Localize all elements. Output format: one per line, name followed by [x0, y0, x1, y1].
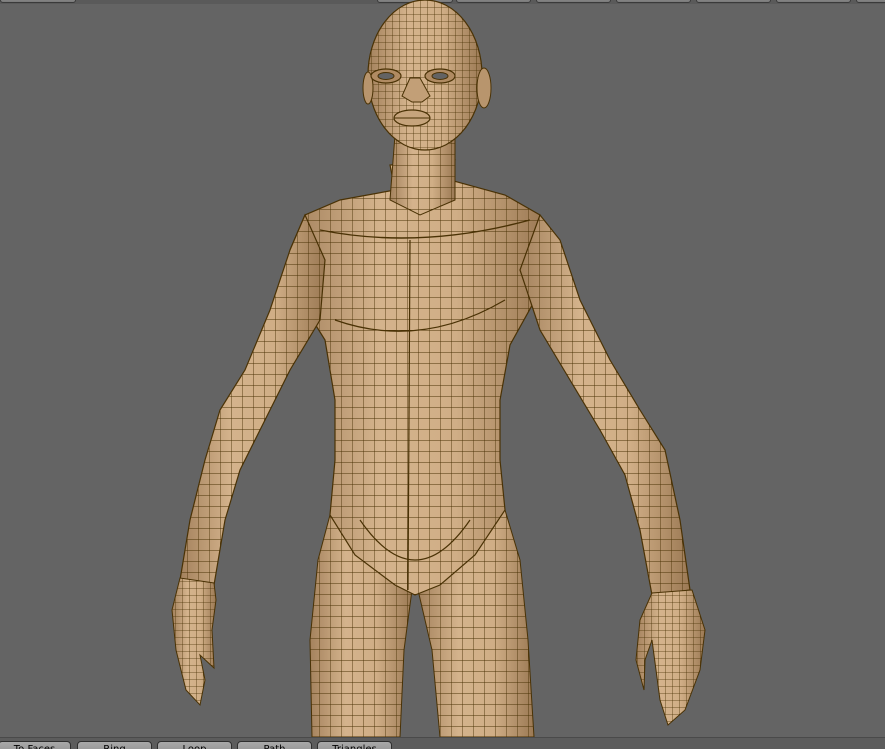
to-faces-button[interactable]: To Faces [0, 741, 71, 749]
bottom-toolbar: To Faces Ring Loop Path Triangles [0, 737, 885, 749]
path-button[interactable]: Path [237, 741, 312, 749]
3d-viewport[interactable]: To Faces Ring Loop Path Triangles [0, 0, 885, 749]
loop-button[interactable]: Loop [157, 741, 232, 749]
ring-button[interactable]: Ring [77, 741, 152, 749]
triangles-button[interactable]: Triangles [317, 741, 392, 749]
right-ear-mesh [476, 67, 492, 109]
character-mesh[interactable] [0, 0, 885, 737]
